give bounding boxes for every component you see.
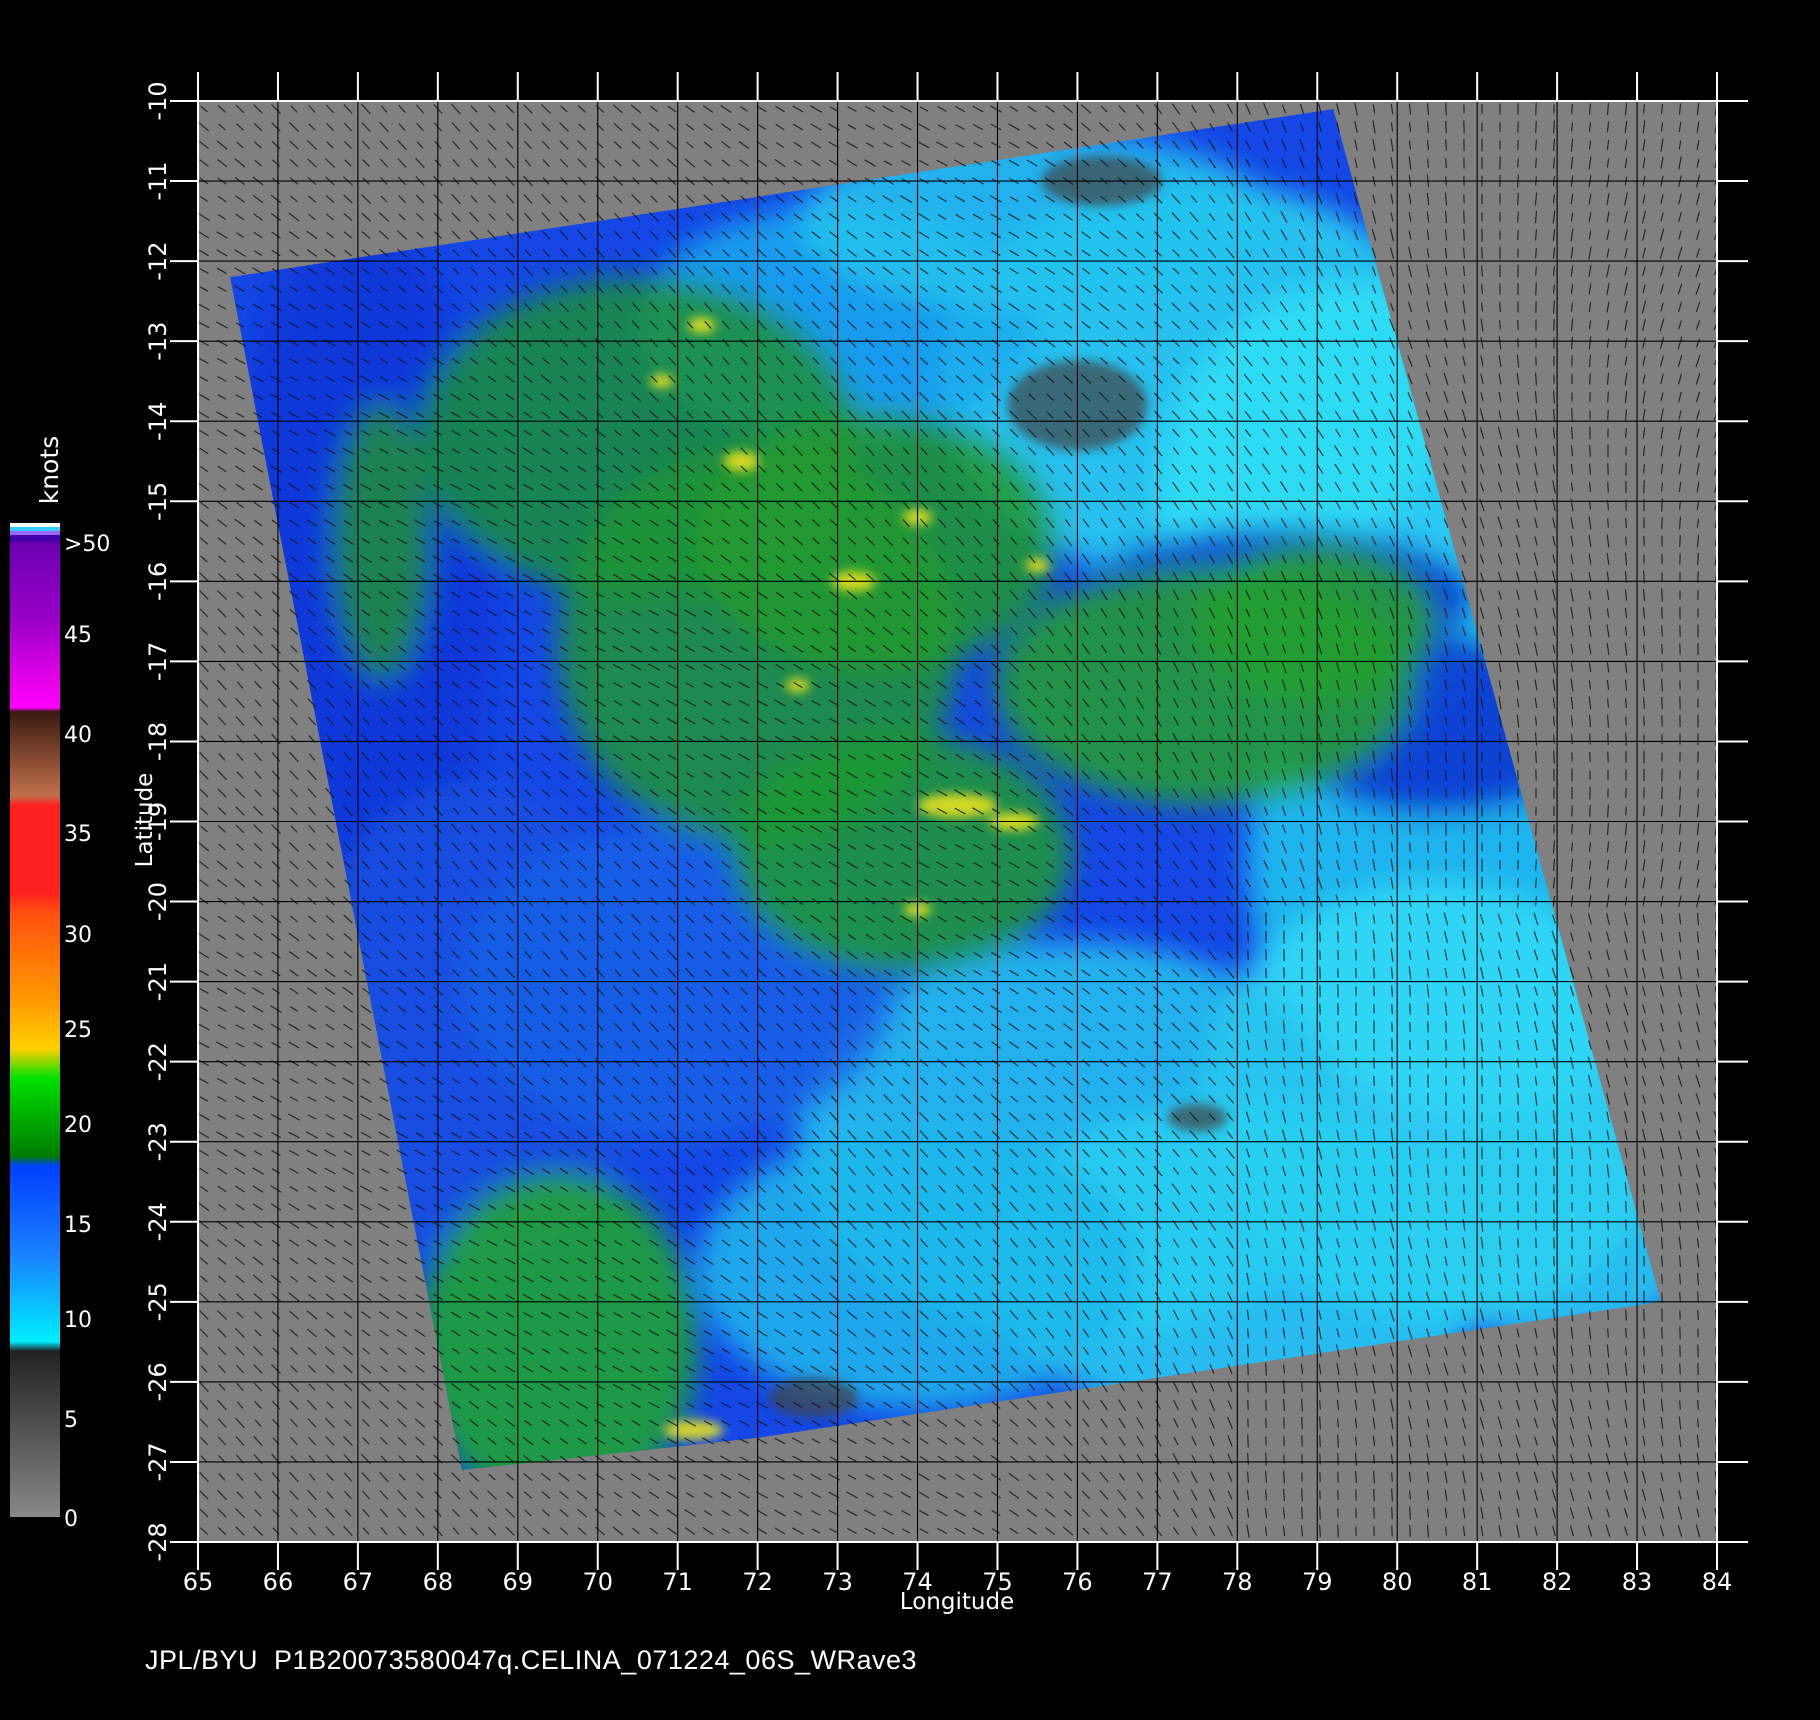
y-tick-label: -15 xyxy=(144,482,172,521)
colorbar-label: 15 xyxy=(64,1213,92,1238)
x-tick-label: 83 xyxy=(1622,1568,1653,1596)
x-tick-label: 68 xyxy=(423,1568,454,1596)
y-tick-label: -25 xyxy=(144,1282,172,1321)
y-tick-label: -26 xyxy=(144,1362,172,1401)
y-tick-label: -24 xyxy=(144,1202,172,1241)
x-tick-label: 65 xyxy=(183,1568,214,1596)
y-tick-label: -27 xyxy=(144,1442,172,1481)
y-tick-label: -12 xyxy=(144,242,172,281)
x-tick-label: 77 xyxy=(1142,1568,1173,1596)
colorbar-label: 45 xyxy=(64,623,92,648)
y-axis-label: Latitude xyxy=(132,773,158,868)
y-tick-label: -20 xyxy=(144,882,172,921)
colorbar-scale xyxy=(10,542,60,1517)
x-tick-label: 78 xyxy=(1222,1568,1253,1596)
y-tick-label: -13 xyxy=(144,322,172,361)
colorbar-label: >50 xyxy=(64,532,110,557)
colorbar-label: 30 xyxy=(64,923,92,948)
colorbar-label: 10 xyxy=(64,1308,92,1333)
footer-caption: JPL/BYU P1B20073580047q.CELINA_071224_06… xyxy=(145,1645,918,1675)
y-tick-label: -14 xyxy=(144,402,172,441)
y-tick-label: -16 xyxy=(144,562,172,601)
y-tick-label: -21 xyxy=(144,962,172,1001)
y-tick-label: -10 xyxy=(144,81,172,120)
y-tick-label: -23 xyxy=(144,1122,172,1161)
x-tick-label: 79 xyxy=(1302,1568,1333,1596)
colorbar-label: 35 xyxy=(64,822,92,847)
x-tick-label: 81 xyxy=(1462,1568,1493,1596)
x-tick-label: 82 xyxy=(1542,1568,1573,1596)
x-tick-label: 80 xyxy=(1382,1568,1413,1596)
colorbar: >50 45 40 35 30 25 20 15 10 5 0 xyxy=(10,523,110,1532)
colorbar-label: 25 xyxy=(64,1018,92,1043)
y-tick-label: -17 xyxy=(144,642,172,681)
colorbar-title: knots xyxy=(35,436,64,504)
y-tick-label: -22 xyxy=(144,1042,172,1081)
colorbar-label: 40 xyxy=(64,723,92,748)
x-tick-label: 69 xyxy=(503,1568,534,1596)
x-tick-label: 76 xyxy=(1062,1568,1093,1596)
x-tick-label: 70 xyxy=(582,1568,613,1596)
x-tick-label: 67 xyxy=(343,1568,374,1596)
y-tick-label: -11 xyxy=(144,161,172,200)
colorbar-label: 20 xyxy=(64,1113,92,1138)
x-tick-label: 84 xyxy=(1702,1568,1733,1596)
colorbar-label: 5 xyxy=(64,1408,78,1433)
wind-map: 65 66 67 68 69 70 71 72 73 74 75 76 77 78 79 80 81 82 83 84… xyxy=(10,72,1748,1615)
x-tick-label: 73 xyxy=(822,1568,853,1596)
y-tick-label: -18 xyxy=(144,722,172,761)
colorbar-label: 0 xyxy=(64,1507,78,1532)
x-tick-label: 71 xyxy=(662,1568,693,1596)
x-tick-label: 72 xyxy=(742,1568,773,1596)
x-tick-label: 66 xyxy=(263,1568,294,1596)
y-tick-label: -28 xyxy=(144,1522,172,1561)
x-axis-label: Longitude xyxy=(900,1589,1014,1615)
